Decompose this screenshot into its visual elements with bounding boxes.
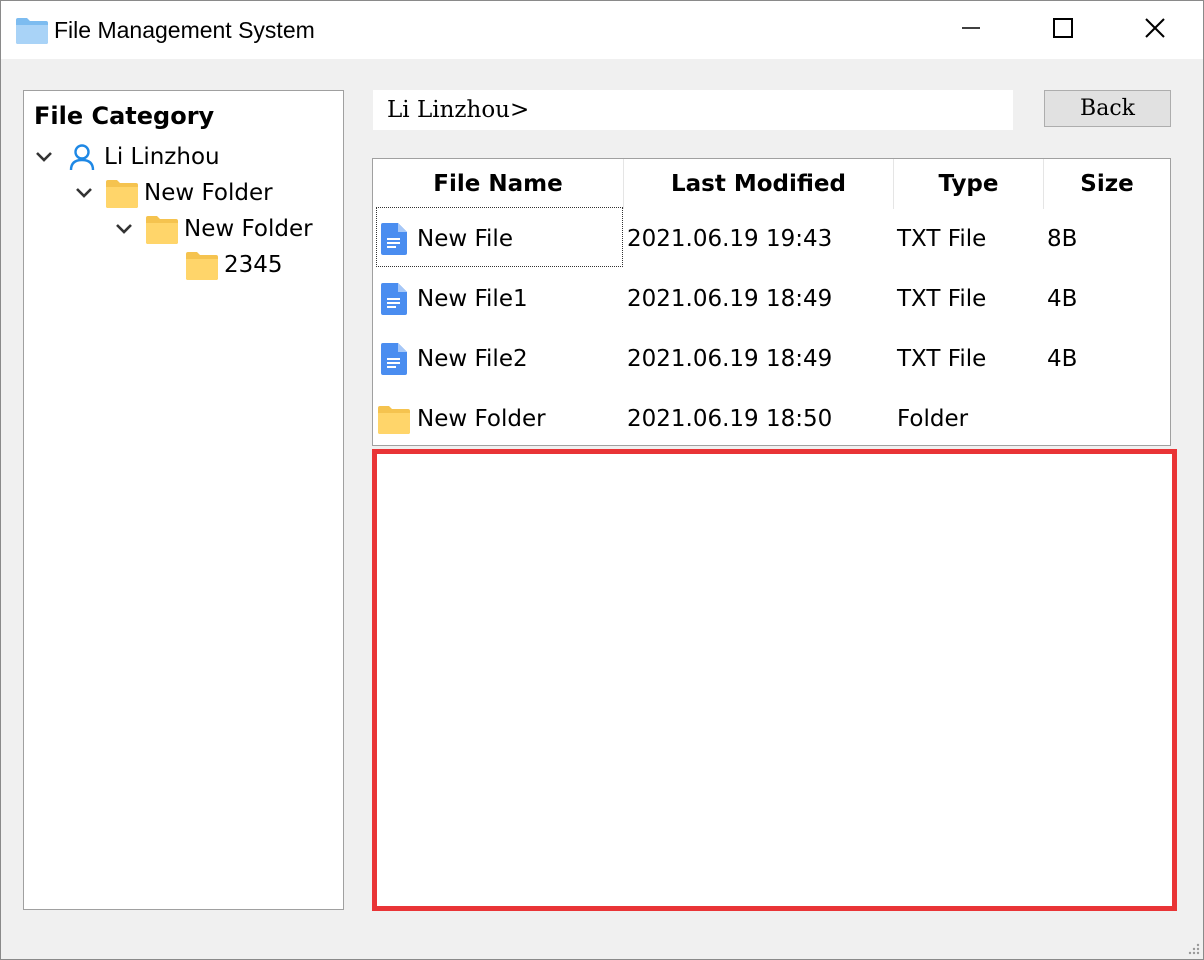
maximize-button[interactable] bbox=[1017, 1, 1109, 59]
column-header-last-modified[interactable]: Last Modified bbox=[624, 159, 894, 209]
tree-node-label: New Folder bbox=[144, 180, 273, 206]
file-type: TXT File bbox=[897, 286, 987, 312]
path-text: Li Linzhou> bbox=[387, 97, 530, 123]
file-type: TXT File bbox=[897, 346, 987, 372]
back-button[interactable]: Back bbox=[1044, 90, 1171, 127]
document-icon bbox=[377, 222, 411, 256]
window-title: File Management System bbox=[54, 17, 315, 43]
tree-node-new-folder[interactable]: New Folder bbox=[74, 175, 273, 211]
close-button[interactable] bbox=[1109, 1, 1201, 59]
tree-node-li-linzhou[interactable]: Li Linzhou bbox=[34, 139, 220, 175]
tree-node-label: Li Linzhou bbox=[104, 144, 220, 170]
file-size: 8B bbox=[1047, 226, 1078, 252]
tree-node-label: 2345 bbox=[224, 252, 283, 278]
resize-grip-icon[interactable] bbox=[1187, 941, 1201, 955]
file-name: New File bbox=[417, 226, 513, 252]
folder-icon bbox=[106, 178, 138, 208]
file-size bbox=[1047, 389, 1167, 449]
folder-icon bbox=[146, 214, 178, 244]
file-list-table[interactable]: File Name Last Modified Type Size New Fi… bbox=[372, 158, 1171, 446]
file-name: New File1 bbox=[417, 286, 528, 312]
maximize-icon bbox=[1052, 17, 1074, 43]
minimize-icon bbox=[961, 18, 981, 42]
file-name: New Folder bbox=[417, 406, 546, 432]
folder-icon bbox=[377, 402, 411, 436]
table-row[interactable]: New File 2021.06.19 19:43 TXT File 8B bbox=[373, 209, 1170, 269]
tree-node-new-folder-nested[interactable]: New Folder bbox=[114, 211, 313, 247]
file-name: New File2 bbox=[417, 346, 528, 372]
file-size: 4B bbox=[1047, 346, 1078, 372]
file-size: 4B bbox=[1047, 286, 1078, 312]
table-header: File Name Last Modified Type Size bbox=[373, 159, 1170, 209]
column-header-size[interactable]: Size bbox=[1044, 159, 1170, 209]
document-icon bbox=[377, 282, 411, 316]
user-icon bbox=[66, 142, 98, 172]
tree-heading: File Category bbox=[34, 102, 215, 130]
folder-icon bbox=[15, 15, 49, 45]
table-row[interactable]: New File1 2021.06.19 18:49 TXT File 4B bbox=[373, 269, 1170, 329]
title-bar[interactable]: File Management System bbox=[1, 1, 1203, 59]
chevron-down-icon[interactable] bbox=[34, 147, 54, 167]
chevron-down-icon[interactable] bbox=[74, 183, 94, 203]
app-window: File Management System File Category Li … bbox=[0, 0, 1204, 960]
tree-node-label: New Folder bbox=[184, 216, 313, 242]
file-type: Folder bbox=[897, 406, 969, 432]
table-row[interactable]: New Folder 2021.06.19 18:50 Folder bbox=[373, 389, 1170, 449]
tree-node-2345[interactable]: 2345 bbox=[186, 247, 283, 283]
column-header-type[interactable]: Type bbox=[894, 159, 1044, 209]
last-modified: 2021.06.19 18:50 bbox=[627, 406, 833, 432]
file-category-tree[interactable]: File Category Li Linzhou New Folder New … bbox=[23, 90, 344, 910]
close-icon bbox=[1144, 17, 1166, 43]
document-icon bbox=[377, 342, 411, 376]
minimize-button[interactable] bbox=[925, 1, 1017, 59]
last-modified: 2021.06.19 18:49 bbox=[627, 286, 833, 312]
column-header-file-name[interactable]: File Name bbox=[373, 159, 624, 209]
chevron-down-icon[interactable] bbox=[114, 219, 134, 239]
last-modified: 2021.06.19 18:49 bbox=[627, 346, 833, 372]
table-row[interactable]: New File2 2021.06.19 18:49 TXT File 4B bbox=[373, 329, 1170, 389]
highlighted-empty-area[interactable] bbox=[372, 449, 1177, 911]
path-field[interactable]: Li Linzhou> bbox=[373, 90, 1013, 130]
folder-icon bbox=[186, 250, 218, 280]
file-type: TXT File bbox=[897, 226, 987, 252]
last-modified: 2021.06.19 19:43 bbox=[627, 226, 833, 252]
